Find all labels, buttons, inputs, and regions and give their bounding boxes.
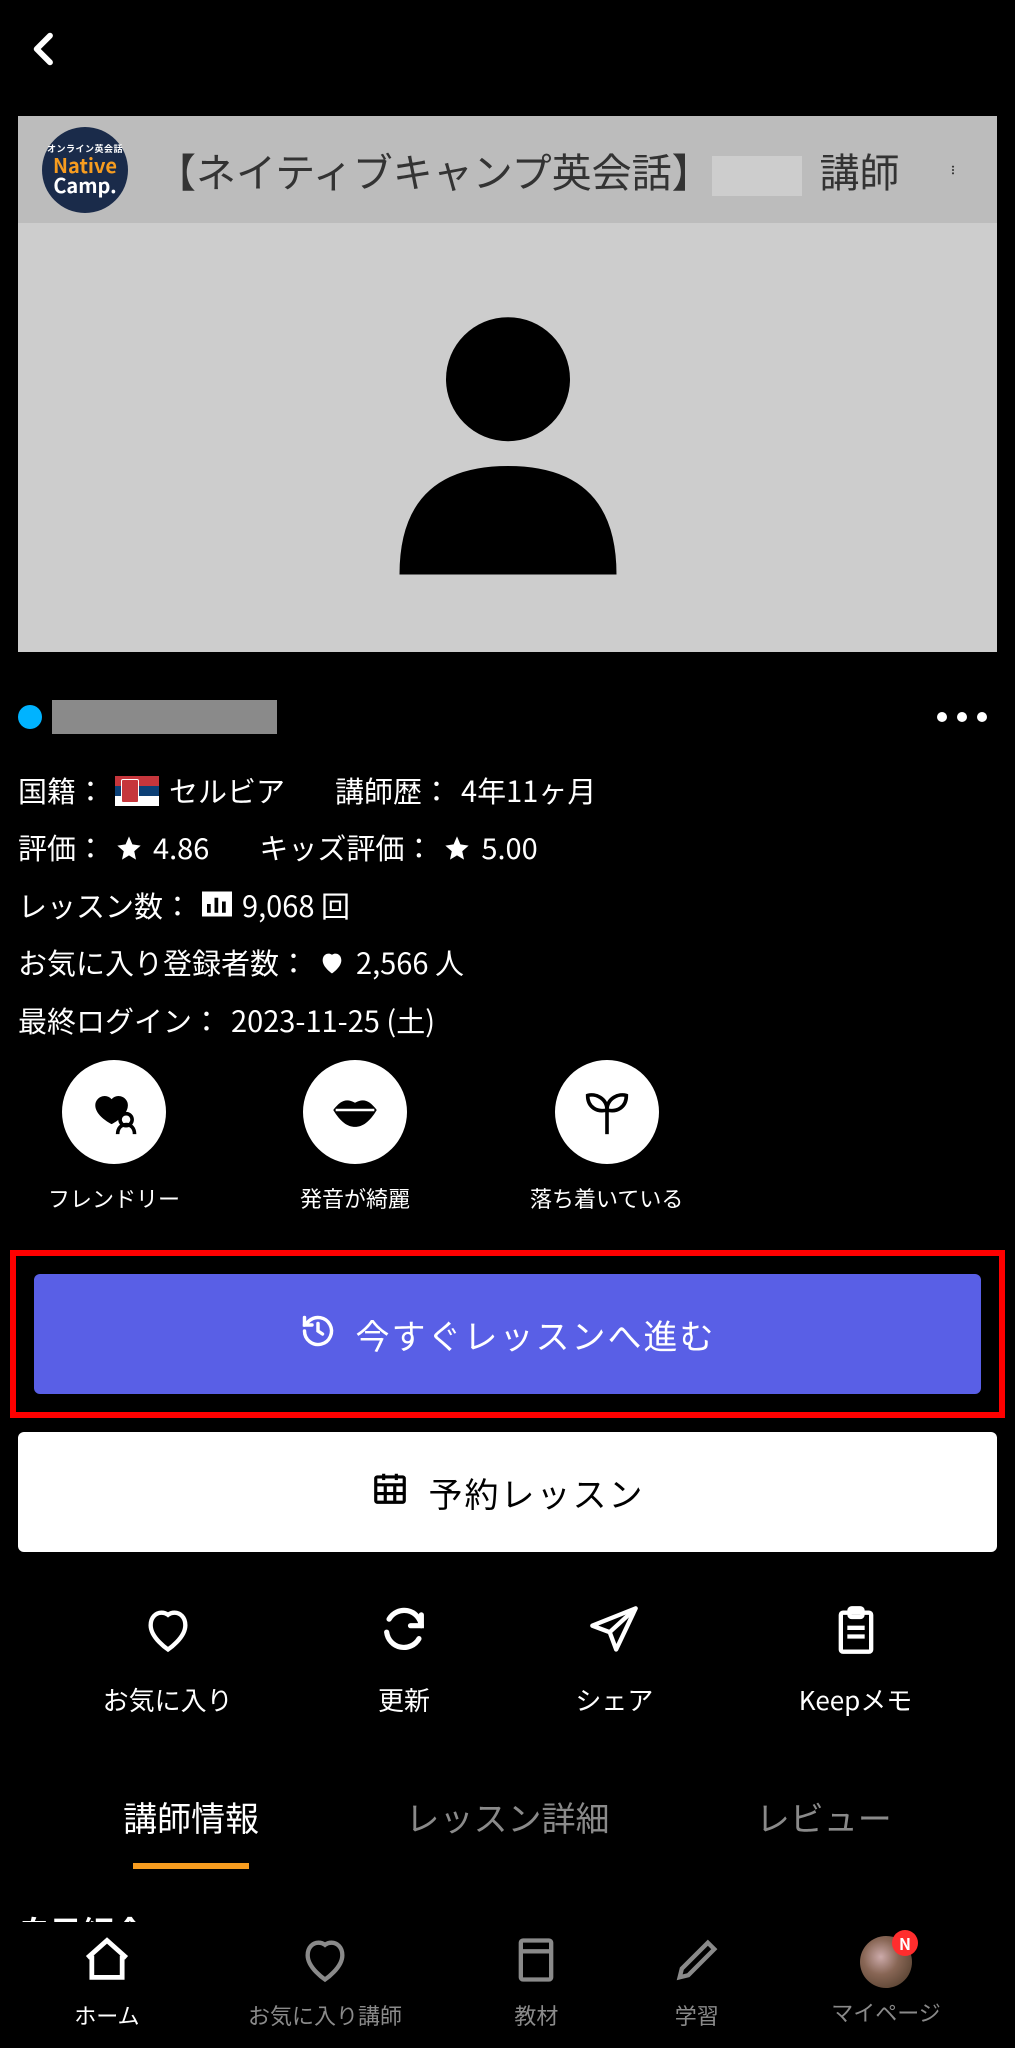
teacher-name-row — [18, 700, 997, 734]
reserve-lesson-button[interactable]: 予約レッスン — [18, 1432, 997, 1552]
start-lesson-label: 今すぐレッスンへ進む — [356, 1310, 716, 1359]
star-icon — [443, 834, 471, 862]
favorites-value: 2,566 人 — [356, 934, 464, 991]
keep-memo-action[interactable]: Keepメモ — [799, 1604, 913, 1718]
rating-value: 4.86 — [153, 819, 209, 876]
refresh-action-label: 更新 — [378, 1681, 430, 1718]
last-login-value: 2023-11-25 (土) — [231, 992, 435, 1049]
heart-outline-icon — [142, 1604, 194, 1661]
notification-badge: N — [892, 1930, 918, 1956]
heart-person-icon — [85, 1081, 143, 1144]
nationality-label: 国籍： — [18, 762, 105, 819]
online-status-dot — [18, 705, 42, 729]
more-button[interactable] — [937, 712, 997, 722]
nationality-value: セルビア — [169, 762, 285, 819]
back-button[interactable] — [20, 24, 70, 74]
nav-home-label: ホーム — [74, 1999, 139, 2031]
trait-pronunciation: 発音が綺麗 — [300, 1060, 410, 1214]
tab-teacher-info[interactable]: 講師情報 — [123, 1774, 259, 1859]
history-icon — [300, 1310, 336, 1359]
favorites-label: お気に入り登録者数： — [18, 934, 308, 991]
brand-logo: オンライン英会話 Native Camp. — [42, 127, 128, 213]
lessons-label: レッスン数： — [18, 877, 192, 934]
share-action-label: シェア — [575, 1681, 653, 1718]
video-more-button[interactable] — [933, 150, 973, 190]
nav-mypage[interactable]: N マイページ — [831, 1936, 941, 2028]
tenure-label: 講師歴： — [335, 762, 451, 819]
tab-review[interactable]: レビュー — [756, 1774, 892, 1859]
refresh-action[interactable]: 更新 — [378, 1604, 430, 1718]
last-login-label: 最終ログイン： — [18, 992, 221, 1049]
tenure-value: 4年11ヶ月 — [461, 762, 596, 819]
tab-lesson-detail[interactable]: レッスン詳細 — [405, 1774, 609, 1859]
trait-label: 発音が綺麗 — [300, 1182, 410, 1214]
star-icon — [115, 834, 143, 862]
nav-mypage-label: マイページ — [831, 1996, 941, 2028]
flag-serbia-icon — [115, 776, 159, 806]
kids-rating-value: 5.00 — [481, 819, 537, 876]
heart-outline-icon — [299, 1934, 351, 1991]
trait-calm: 落ち着いている — [530, 1060, 683, 1214]
reserve-lesson-label: 予約レッスン — [429, 1468, 645, 1517]
teacher-info: 国籍： セルビア 講師歴： 4年11ヶ月 評価： 4.86 キッズ評価： 5.0… — [18, 762, 997, 1049]
profile-tabs: 講師情報 レッスン詳細 レビュー — [0, 1774, 1015, 1859]
teacher-name-redacted — [52, 700, 277, 734]
lessons-value: 9,068 回 — [242, 877, 350, 934]
avatar-icon: N — [860, 1936, 912, 1988]
action-row: お気に入り 更新 シェア Keepメモ — [0, 1604, 1015, 1718]
nav-study[interactable]: 学習 — [671, 1934, 723, 2031]
lips-icon — [326, 1081, 384, 1144]
nav-materials-label: 教材 — [514, 1999, 558, 2031]
trait-friendly: フレンドリー — [48, 1060, 180, 1214]
clipboard-icon — [830, 1604, 882, 1661]
bottom-nav: ホーム お気に入り講師 教材 学習 N マイページ — [0, 1922, 1015, 2048]
sprout-icon — [578, 1081, 636, 1144]
brand-camp: Camp. — [53, 175, 116, 195]
nav-materials[interactable]: 教材 — [510, 1934, 562, 2031]
pencil-icon — [671, 1934, 723, 1991]
video-preview[interactable]: オンライン英会話 Native Camp. 【ネイティブキャンプ英会話】 講師 — [18, 116, 997, 652]
share-action[interactable]: シェア — [575, 1604, 653, 1718]
trait-label: 落ち着いている — [530, 1182, 683, 1214]
teacher-photo-placeholder — [18, 223, 997, 652]
refresh-icon — [378, 1604, 430, 1661]
paper-plane-icon — [588, 1604, 640, 1661]
nav-study-label: 学習 — [675, 1999, 719, 2031]
person-icon — [353, 280, 663, 595]
calendar-icon — [371, 1468, 409, 1517]
nav-favorite-teachers[interactable]: お気に入り講師 — [248, 1934, 402, 2031]
nav-home[interactable]: ホーム — [74, 1934, 139, 2031]
highlight-outline: 今すぐレッスンへ進む — [10, 1250, 1005, 1418]
favorite-action-label: お気に入り — [103, 1681, 233, 1718]
kids-rating-label: キッズ評価： — [259, 819, 433, 876]
favorite-action[interactable]: お気に入り — [103, 1604, 233, 1718]
heart-icon — [318, 949, 346, 977]
bar-chart-icon — [202, 877, 232, 934]
trait-badges: フレンドリー 発音が綺麗 落ち着いている — [18, 1060, 997, 1214]
start-lesson-button[interactable]: 今すぐレッスンへ進む — [34, 1274, 981, 1394]
keep-memo-action-label: Keepメモ — [799, 1681, 913, 1718]
nav-fav-label: お気に入り講師 — [248, 1999, 402, 2031]
book-icon — [510, 1934, 562, 1991]
home-icon — [81, 1934, 133, 1991]
trait-label: フレンドリー — [48, 1182, 180, 1214]
video-header: オンライン英会話 Native Camp. 【ネイティブキャンプ英会話】 講師 — [18, 116, 997, 223]
video-title: 【ネイティブキャンプ英会話】 講師 — [156, 141, 905, 199]
rating-label: 評価： — [18, 819, 105, 876]
